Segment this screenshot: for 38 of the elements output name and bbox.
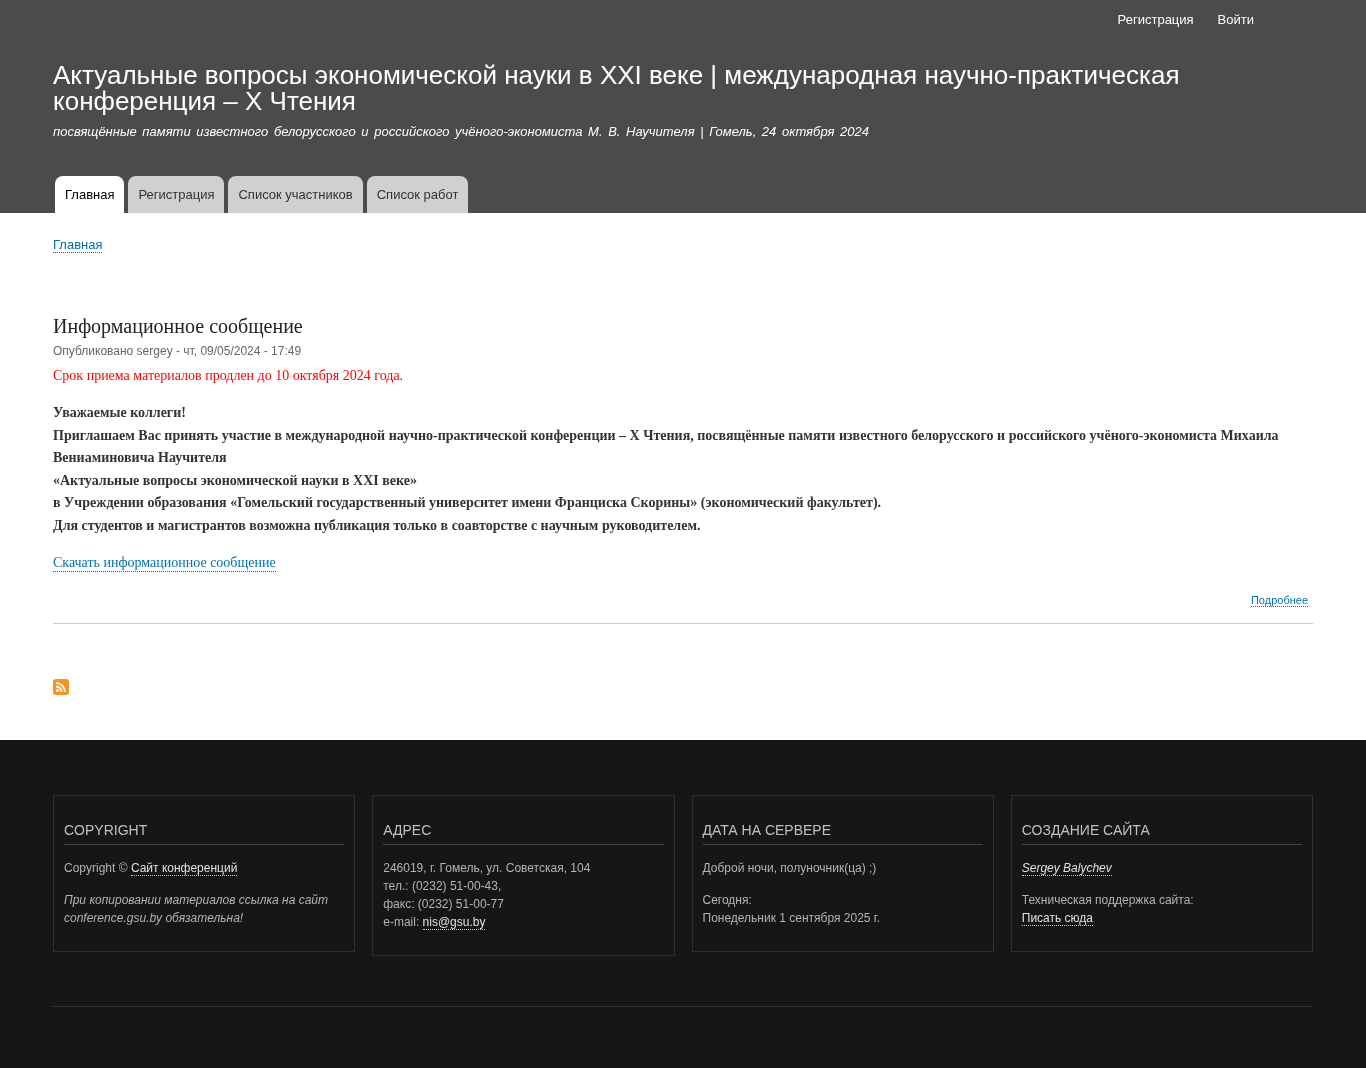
download-link[interactable]: Скачать информационное сообщение <box>53 555 276 572</box>
article-meta: Опубликовано sergey - чт, 09/05/2024 - 17:49 <box>53 344 303 358</box>
top-link[interactable]: Регистрация <box>1117 12 1194 27</box>
footer-text: Сегодня: <box>702 892 753 909</box>
deadline-notice: Срок приема материалов продлен до 10 октября 2024 года. <box>53 368 405 384</box>
footer-text: При копировании материалов ссылка на сайт conference.gsu.by обязательна! <box>64 892 330 927</box>
nav-tab[interactable]: Список участников <box>228 176 363 213</box>
footer-link[interactable]: Писать сюда <box>1021 911 1093 926</box>
footer-text: тел.: (0232) 51-00-43, <box>383 878 503 895</box>
article-text: в Учреждении образования «Гомельский государственный университет имени Франциска Скорины» (экономический факультет). <box>53 494 883 512</box>
article-text: Уважаемые коллеги! <box>53 404 187 422</box>
footer-text: e-mail: nis@gsu.by <box>383 914 487 931</box>
nav-tab[interactable]: Регистрация <box>128 176 225 213</box>
article-text: Для студентов и магистрантов возможна публикация только в соавторстве с научным руководителем. <box>53 516 702 535</box>
site-slogan: посвящённые памяти известного белорусского и российского учёного-экономиста М. В. Научителя | Гомель, 24 октября 2024 <box>53 124 870 139</box>
block-title: ДАТА НА СЕРВЕРЕ <box>702 822 983 845</box>
article-title: Информационное сообщение <box>53 315 304 338</box>
footer-text: Доброй ночи, полуночник(ца) ;) <box>702 860 878 877</box>
block-title: COPYRIGHT <box>64 822 345 845</box>
block-title: СОЗДАНИЕ САЙТА <box>1021 822 1302 845</box>
nav-tab[interactable]: Главная <box>55 176 125 213</box>
nav-tab[interactable]: Список работ <box>366 176 469 213</box>
rss-icon[interactable] <box>53 679 69 695</box>
footer-link[interactable]: Сайт конференций <box>130 861 238 876</box>
footer-text: Техническая поддержка сайта: <box>1021 892 1195 909</box>
article-text: «Актуальные вопросы экономической науки в XXI веке» <box>53 471 418 490</box>
footer-text: Copyright © Сайт конференций <box>64 860 239 877</box>
block-title: АДРЕС <box>383 822 664 845</box>
breadcrumb-link[interactable]: Главная <box>53 237 103 253</box>
site-title: Актуальные вопросы экономической науки в XXI веке | международная научно-практическая конференция – X Чтения <box>53 62 1181 114</box>
footer-text: 246019, г. Гомель, ул. Советская, 104 <box>383 860 592 877</box>
footer-text: Понедельник 1 сентября 2025 г. <box>702 910 882 927</box>
footer-link[interactable]: Sergey Balychev <box>1021 861 1112 876</box>
footer-link[interactable]: nis@gsu.by <box>422 915 486 930</box>
footer-text: факс: (0232) 51-00-77 <box>383 896 505 913</box>
article-text: Приглашаем Вас принять участие в международной научно-практической конференции – X Чтения, посвящённые памяти известного белорусского и российского учёного-экономиста Михаила Вениаминовича Научителя <box>53 426 1280 467</box>
read-more-link[interactable]: Подробнее <box>1250 594 1308 607</box>
top-link[interactable]: Войти <box>1217 12 1254 27</box>
